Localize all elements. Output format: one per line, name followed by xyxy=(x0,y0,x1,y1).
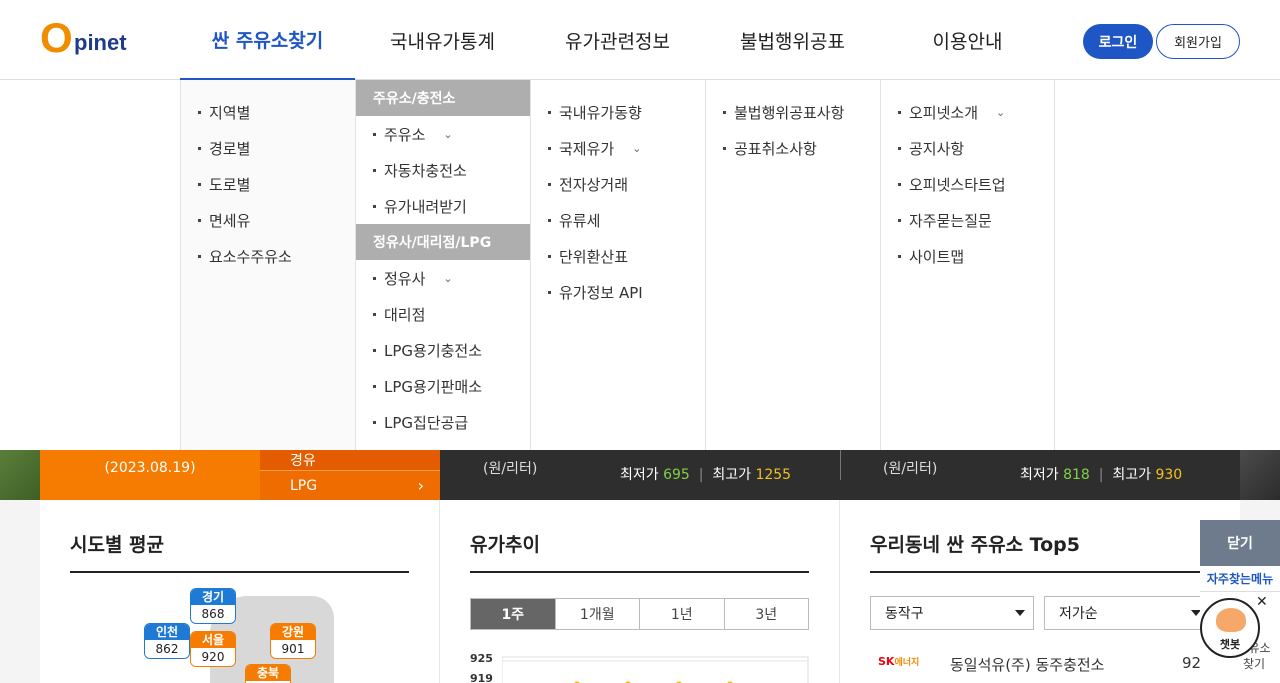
chevron-down-icon: ⌄ xyxy=(632,141,642,155)
region-badge-incheon[interactable]: 인천 862 xyxy=(144,623,190,659)
menu-item-domestic-trend[interactable]: 국내유가동향 xyxy=(531,94,705,130)
district-select[interactable]: 동작구 xyxy=(870,596,1034,630)
region-badge-gyeonggi[interactable]: 경기 868 xyxy=(190,588,236,624)
nav-illegal-disclosure[interactable]: 불법행위공표 xyxy=(705,0,880,80)
tab-3year[interactable]: 3년 xyxy=(725,599,809,629)
tab-1year[interactable]: 1년 xyxy=(640,599,725,629)
mega-menu: 지역별 경로별 도로별 면세유 요소수주유소 주유소/충전소 주유소 ⌄ 자동차충… xyxy=(0,80,1280,450)
banner-date-panel: (2023.08.19) xyxy=(40,450,260,500)
price-range: 최저가 695 | 최고가 1255 xyxy=(620,467,792,483)
period-tabs: 1주 1개월 1년 3년 xyxy=(470,598,809,630)
card-title: 시도별 평균 xyxy=(70,530,409,573)
region-badge-chungbuk[interactable]: 충북 xyxy=(245,664,291,683)
nav-guide[interactable]: 이용안내 xyxy=(880,0,1055,80)
menu-col-stations: 주유소/충전소 주유소 ⌄ 자동차충전소 유가내려받기 정유사/대리점/LPG 정… xyxy=(356,80,531,450)
chevron-down-icon: ⌄ xyxy=(443,271,453,285)
region-badge-gangwon[interactable]: 강원 901 xyxy=(270,623,316,659)
quick-menu-close-button[interactable]: 닫기 xyxy=(1200,520,1280,566)
sk-energy-logo: SK에너지 xyxy=(878,655,920,668)
menu-item-by-route[interactable]: 경로별 xyxy=(181,130,355,166)
menu-item-by-road[interactable]: 도로별 xyxy=(181,166,355,202)
caret-down-icon xyxy=(1015,610,1025,616)
close-icon[interactable]: ✕ xyxy=(1256,594,1268,610)
menu-item-about[interactable]: 오피넷소개 ⌄ xyxy=(881,94,1054,130)
menu-item-by-region[interactable]: 지역별 xyxy=(181,94,355,130)
menu-item-price-download[interactable]: 유가내려받기 xyxy=(356,188,530,224)
menu-col-stats: 국내유가동향 국제유가 ⌄ 전자상거래 유류세 단위환산표 유가정보 API xyxy=(531,80,706,450)
chevron-down-icon: ⌄ xyxy=(443,127,453,141)
join-button[interactable]: 회원가입 xyxy=(1156,24,1240,59)
nav-oil-info[interactable]: 유가관련정보 xyxy=(530,0,705,80)
sort-select[interactable]: 저가순 xyxy=(1044,596,1210,630)
banner-image xyxy=(1240,450,1280,500)
region-average-card: 시도별 평균 경기 868 인천 862 서울 920 강원 901 충북 xyxy=(40,500,440,683)
nav-domestic-stats[interactable]: 국내유가통계 xyxy=(355,0,530,80)
banner-image xyxy=(0,450,40,500)
chatbot-icon xyxy=(1216,608,1246,632)
menu-item-lpg-supply[interactable]: LPG집단공급 xyxy=(356,404,530,440)
chevron-right-icon: › xyxy=(417,476,424,495)
menu-item-disclosure-list[interactable]: 불법행위공표사항 xyxy=(706,94,880,130)
menu-item-refiner[interactable]: 정유사 ⌄ xyxy=(356,260,530,296)
price-unit: (원/리터) xyxy=(883,461,938,477)
card-title: 유가추이 xyxy=(470,530,809,573)
menu-col-guide: 오피넷소개 ⌄ 공지사항 오피넷스타트업 자주묻는질문 사이트맵 xyxy=(881,80,1055,450)
site-header: O pinet 싼 주유소찾기 국내유가통계 유가관련정보 불법행위공표 이용안… xyxy=(0,0,1280,80)
price-unit: (원/리터) xyxy=(483,461,538,477)
menu-item-charging-station[interactable]: 자동차충전소 xyxy=(356,152,530,188)
menu-item-e-commerce[interactable]: 전자상거래 xyxy=(531,166,705,202)
divider xyxy=(840,450,841,480)
menu-col-disclosure: 불법행위공표사항 공표취소사항 xyxy=(706,80,881,450)
list-item[interactable]: SK에너지 동일석유(주) 동주충전소 924 xyxy=(870,650,1230,680)
menu-item-tax-free[interactable]: 면세유 xyxy=(181,202,355,238)
price-trend-chart xyxy=(502,656,809,683)
menu-item-gas-station[interactable]: 주유소 ⌄ xyxy=(356,116,530,152)
menu-item-lpg-charge[interactable]: LPG용기충전소 xyxy=(356,332,530,368)
menu-item-unit-table[interactable]: 단위환산표 xyxy=(531,238,705,274)
top5-card: 우리동네 싼 주유소 Top5 동작구 저가순 SK에너지 동일석유(주) 동주… xyxy=(840,500,1240,683)
login-button[interactable]: 로그인 xyxy=(1083,24,1153,59)
menu-group-header: 정유사/대리점/LPG xyxy=(356,224,530,260)
menu-item-lpg-sale[interactable]: LPG용기판매소 xyxy=(356,368,530,404)
main-nav: 싼 주유소찾기 국내유가통계 유가관련정보 불법행위공표 이용안내 xyxy=(180,0,1055,80)
fuel-tab-lpg[interactable]: LPG › xyxy=(260,470,440,500)
menu-item-price-api[interactable]: 유가정보 API xyxy=(531,274,705,310)
chevron-down-icon: ⌄ xyxy=(996,105,1006,119)
quick-menu-title: 자주찾는메뉴 xyxy=(1200,566,1280,592)
region-badge-seoul[interactable]: 서울 920 xyxy=(190,631,236,667)
price-range: 최저가 818 | 최고가 930 xyxy=(1020,467,1183,483)
tab-1month[interactable]: 1개월 xyxy=(556,599,640,629)
price-trend-card: 유가추이 1주 1개월 1년 3년 925 919 xyxy=(440,500,840,683)
tab-1week[interactable]: 1주 xyxy=(471,599,556,629)
menu-item-fuel-tax[interactable]: 유류세 xyxy=(531,202,705,238)
station-name: 동일석유(주) 동주충전소 xyxy=(950,656,1105,674)
chatbot-button[interactable]: 챗봇 xyxy=(1200,598,1260,658)
y-tick-label: 919 xyxy=(470,672,493,683)
menu-item-notice[interactable]: 공지사항 xyxy=(881,130,1054,166)
menu-item-disclosure-cancel[interactable]: 공표취소사항 xyxy=(706,130,880,166)
menu-item-faq[interactable]: 자주묻는질문 xyxy=(881,202,1054,238)
menu-item-intl-price[interactable]: 국제유가 ⌄ xyxy=(531,130,705,166)
opinet-logo[interactable]: O pinet xyxy=(40,17,140,59)
y-tick-label: 925 xyxy=(470,652,493,665)
menu-item-urea[interactable]: 요소수주유소 xyxy=(181,238,355,274)
menu-item-startup[interactable]: 오피넷스타트업 xyxy=(881,166,1054,202)
nav-find-cheap-station[interactable]: 싼 주유소찾기 xyxy=(180,0,355,80)
menu-group-header: 주유소/충전소 xyxy=(356,80,530,116)
quick-menu: 닫기 자주찾는메뉴 주유소 찾기 챗봇 ✕ xyxy=(1200,520,1280,683)
menu-item-sitemap[interactable]: 사이트맵 xyxy=(881,238,1054,274)
card-title: 우리동네 싼 주유소 Top5 xyxy=(870,530,1209,573)
fuel-tab-diesel[interactable]: 경유 xyxy=(260,450,440,470)
fuel-type-tabs: 경유 LPG › xyxy=(260,450,440,500)
menu-col-find: 지역별 경로별 도로별 면세유 요소수주유소 xyxy=(180,80,356,450)
menu-item-agency[interactable]: 대리점 xyxy=(356,296,530,332)
price-banner: (2023.08.19) 경유 LPG › (원/리터) 최저가 695 | 최고… xyxy=(0,450,1280,500)
banner-date: (2023.08.19) xyxy=(104,460,196,476)
